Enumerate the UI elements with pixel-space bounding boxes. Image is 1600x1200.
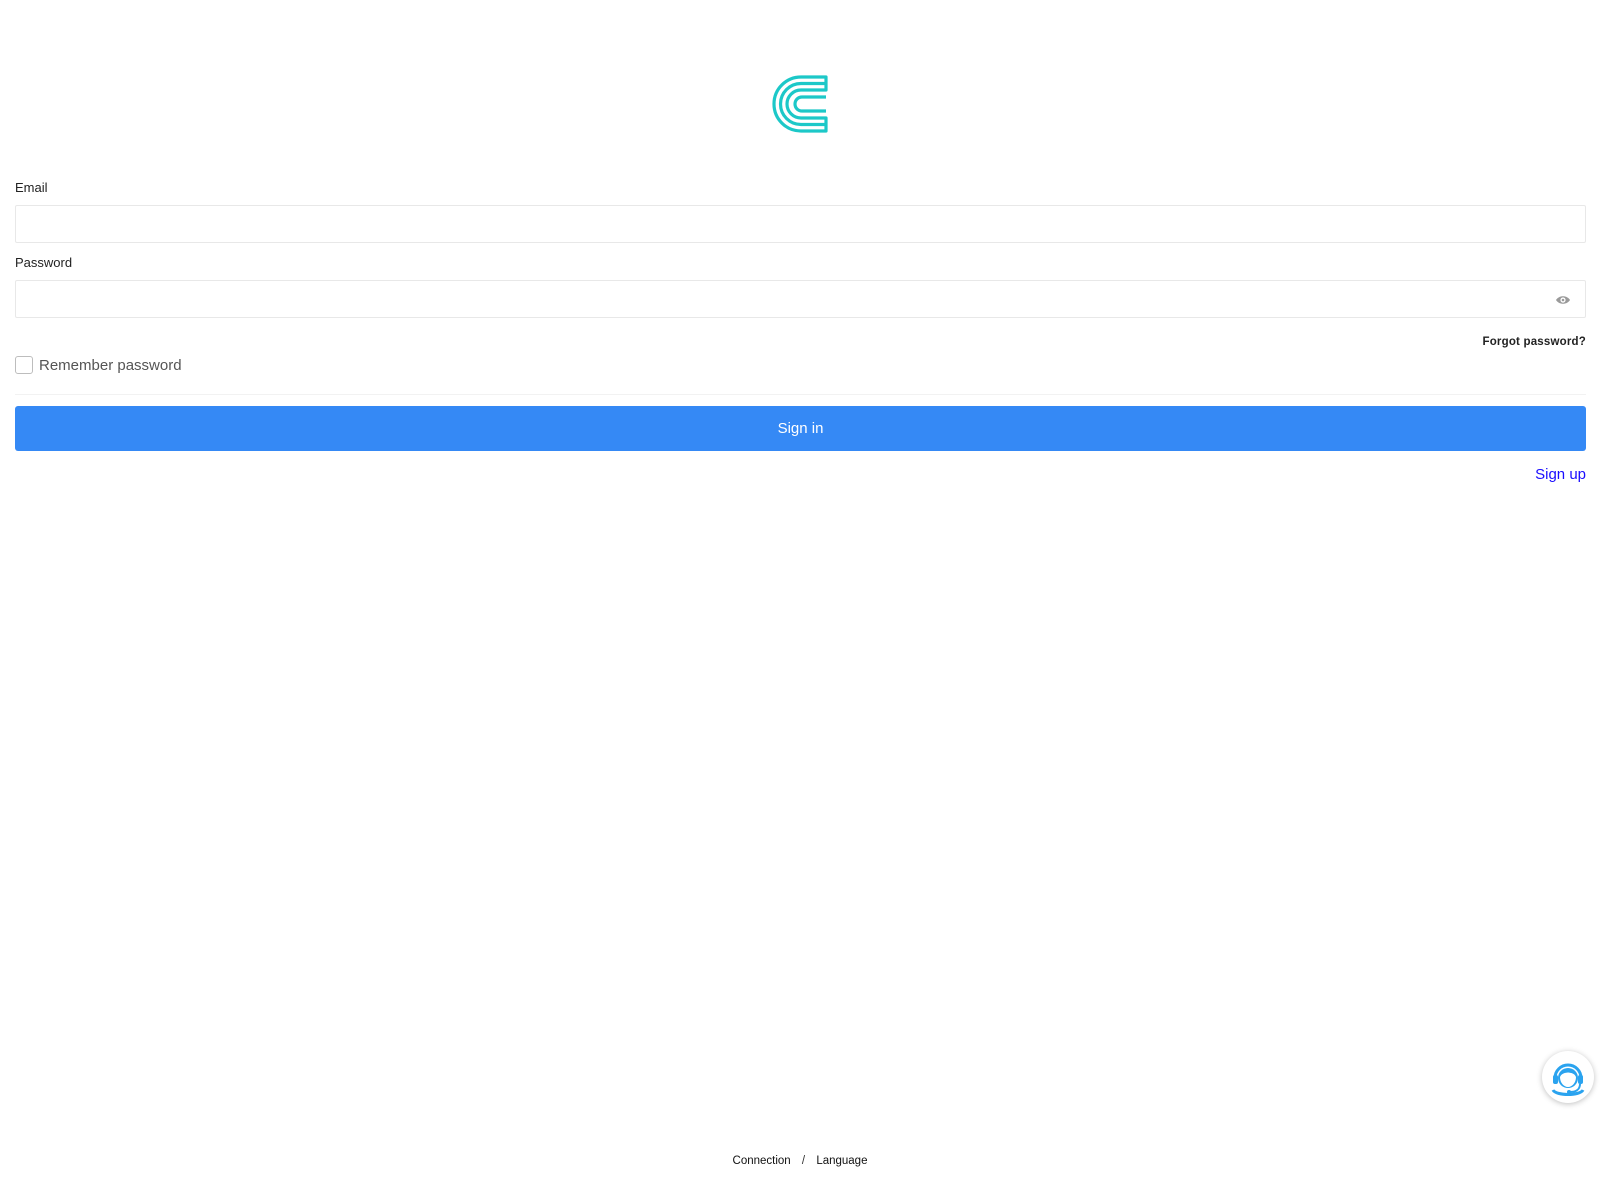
email-field-container <box>15 205 1586 243</box>
password-field-container <box>15 280 1586 318</box>
login-form: Email Password Forgot password? Remember… <box>15 178 1586 486</box>
password-label: Password <box>15 255 73 270</box>
remember-password-row: Remember password <box>15 354 1586 376</box>
customer-support-icon <box>1548 1057 1588 1097</box>
forgot-password-link[interactable]: Forgot password? <box>1482 336 1586 348</box>
email-field[interactable] <box>16 206 1585 242</box>
c-logo-icon <box>772 75 828 133</box>
remember-password-label[interactable]: Remember password <box>39 357 182 374</box>
eye-icon[interactable] <box>1555 293 1571 307</box>
password-field[interactable] <box>16 281 1585 317</box>
remember-password-checkbox[interactable] <box>15 356 33 374</box>
sign-in-button[interactable]: Sign in <box>15 406 1586 451</box>
customer-support-button[interactable] <box>1542 1051 1594 1103</box>
connection-link[interactable]: Connection <box>733 1155 791 1167</box>
divider <box>15 394 1586 395</box>
footer-separator: / <box>801 1155 806 1167</box>
forgot-password-row: Forgot password? <box>15 332 1586 348</box>
sign-up-link[interactable]: Sign up <box>1535 466 1586 483</box>
sign-up-row: Sign up <box>15 466 1586 486</box>
login-page: Email Password Forgot password? Remember… <box>0 0 1600 1200</box>
footer: Connection / Language <box>0 1155 1600 1167</box>
language-link[interactable]: Language <box>816 1155 867 1167</box>
email-label: Email <box>15 180 48 195</box>
